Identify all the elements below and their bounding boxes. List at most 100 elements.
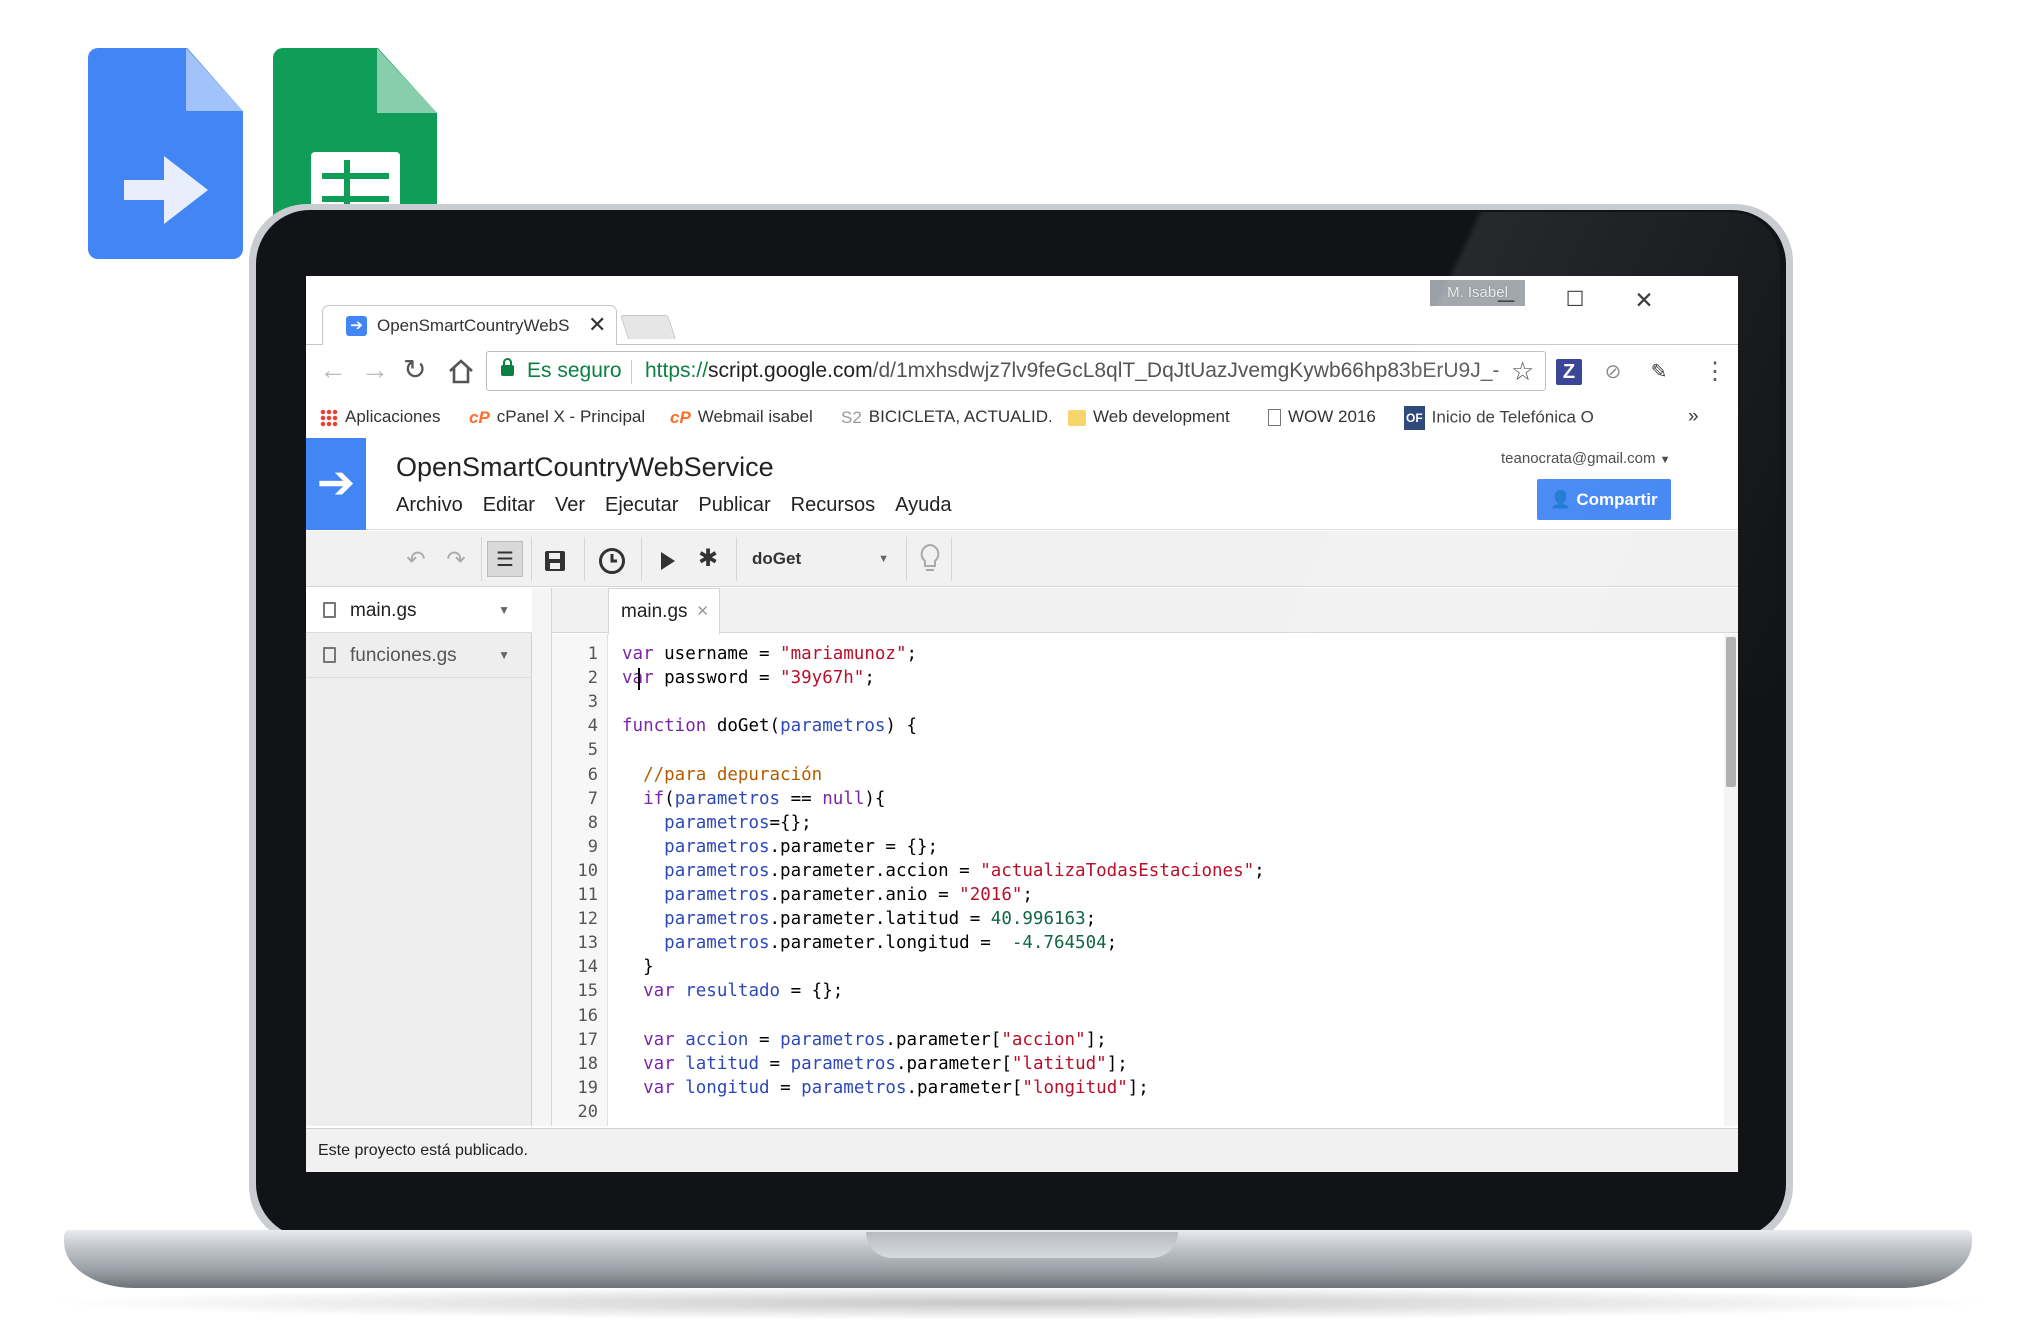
redo-icon[interactable]: ↷ <box>438 541 474 577</box>
lightbulb-icon[interactable] <box>918 543 942 575</box>
line-number: 9 <box>587 836 598 857</box>
editor-scrollbar[interactable] <box>1724 634 1738 1126</box>
panel-splitter[interactable] <box>532 588 552 1126</box>
more-vertical-icon[interactable]: ⋮ <box>1700 357 1730 387</box>
browser-tab[interactable]: ➔ OpenSmartCountryWebS ✕ <box>322 305 617 345</box>
code-token: parametros <box>664 885 770 905</box>
editor-tab-label: main.gs <box>621 601 688 622</box>
line-number: 14 <box>577 957 598 978</box>
menu-editar[interactable]: Editar <box>483 494 535 517</box>
code-line: parametros={}; <box>622 811 812 835</box>
file-icon <box>323 647 336 663</box>
menu-publicar[interactable]: Publicar <box>698 494 770 517</box>
code-token: parametros <box>674 788 781 809</box>
check-extension-icon[interactable]: ⊘ <box>1598 357 1628 387</box>
bookmark-telefonica[interactable]: OF Inicio de Telefónica O <box>1404 406 1622 430</box>
menu-ver[interactable]: Ver <box>555 494 585 517</box>
reload-icon[interactable]: ↻ <box>403 355 426 385</box>
account-switcher[interactable]: teanocrata@gmail.com ▼ <box>1501 450 1671 467</box>
forward-arrow-icon[interactable]: → <box>361 355 389 385</box>
file-item-main[interactable]: main.gs ▼ <box>306 588 532 633</box>
cpanel-icon: cP <box>670 407 691 427</box>
code-token: = {}; <box>780 981 844 1002</box>
bookmark-label: cPanel X - Principal <box>496 407 646 426</box>
code-token: ; <box>1022 885 1033 905</box>
bookmark-web-development[interactable]: Web development <box>1068 406 1230 430</box>
code-token: ; <box>1085 909 1097 930</box>
code-token: -4.764504 <box>1011 933 1107 954</box>
code-token: var <box>643 1029 675 1050</box>
close-window-icon[interactable]: ✕ <box>1624 284 1664 316</box>
line-number: 8 <box>587 812 598 833</box>
code-token: = <box>769 1077 802 1098</box>
chevron-down-icon[interactable]: ▼ <box>498 633 510 678</box>
home-icon[interactable] <box>447 358 475 384</box>
code-line: var accion = parametros.parameter["accio… <box>622 1028 1107 1052</box>
code-editor[interactable]: var username = "mariamunoz";var password… <box>608 634 1718 1126</box>
project-title[interactable]: OpenSmartCountryWebService <box>396 452 774 483</box>
minimize-icon[interactable]: ─ <box>1486 284 1526 316</box>
code-token: parametros <box>780 716 886 737</box>
bookmark-wow-2016[interactable]: WOW 2016 <box>1268 406 1376 430</box>
toolbar-divider <box>906 537 907 581</box>
chevron-down-icon[interactable]: ▼ <box>498 588 510 633</box>
code-token: ; <box>1106 933 1118 954</box>
save-icon[interactable] <box>544 550 566 572</box>
code-token: "latitud" <box>1011 1053 1107 1074</box>
undo-icon[interactable]: ↶ <box>398 541 434 577</box>
run-icon[interactable] <box>660 551 676 571</box>
bookmarks-overflow-icon[interactable]: » <box>1688 406 1699 430</box>
debug-bug-icon[interactable]: ✱ <box>690 541 726 577</box>
code-token: ]; <box>1127 1077 1149 1098</box>
apps-script-logo-icon[interactable]: ➔ <box>306 438 366 530</box>
bookmark-bicicleta[interactable]: S2 BICICLETA, ACTUALID. <box>841 406 1051 430</box>
code-line: parametros.parameter.longitud = -4.76450… <box>622 931 1117 955</box>
new-tab-button[interactable] <box>620 315 676 339</box>
lock-icon <box>501 358 514 376</box>
apps-script-header: ➔ OpenSmartCountryWebService Archivo Edit… <box>306 438 1738 530</box>
s2-icon: S2 <box>841 407 862 427</box>
tab-close-icon[interactable]: ✕ <box>588 312 606 338</box>
star-icon[interactable]: ☆ <box>1511 352 1534 390</box>
url-text: https://script.google.com/d/1mxhsdwjz7lv… <box>645 352 1500 390</box>
folder-icon <box>1068 409 1086 426</box>
menu-recursos[interactable]: Recursos <box>791 494 875 517</box>
editor-tab-main[interactable]: main.gs ✕ <box>608 588 720 634</box>
zotero-extension-icon[interactable]: Z <box>1556 359 1582 385</box>
file-item-funciones[interactable]: funciones.gs ▼ <box>306 633 532 678</box>
code-token: //para depuración <box>643 764 823 785</box>
function-select[interactable]: doGet ▼ <box>752 542 895 576</box>
code-token: .parameter.longitud = <box>769 933 1012 954</box>
address-bar[interactable]: Es seguro https://script.google.com/d/1m… <box>486 351 1546 391</box>
code-token: accion <box>685 1029 749 1050</box>
cpanel-icon: cP <box>469 407 490 427</box>
code-line: var longitud = parametros.parameter["lon… <box>622 1076 1149 1100</box>
code-token: ; <box>906 644 918 664</box>
scrollbar-thumb[interactable] <box>1726 637 1736 787</box>
code-line: parametros.parameter = {}; <box>622 835 938 859</box>
code-token: latitud <box>685 1053 759 1074</box>
back-arrow-icon[interactable]: ← <box>319 355 347 385</box>
code-line: var password = "39y67h"; <box>622 666 875 690</box>
file-name: funciones.gs <box>350 645 457 666</box>
bookmark-cpanel[interactable]: cP cPanel X - Principal <box>469 406 645 430</box>
code-token: ){ <box>864 788 886 809</box>
menu-ejecutar[interactable]: Ejecutar <box>605 494 678 517</box>
bookmark-webmail[interactable]: cP Webmail isabel <box>670 406 813 430</box>
triggers-clock-icon[interactable] <box>598 547 626 575</box>
code-token: .parameter[ <box>885 1029 1002 1050</box>
bookmark-aplicaciones[interactable]: Aplicaciones <box>320 406 440 430</box>
menu-ayuda[interactable]: Ayuda <box>895 494 951 517</box>
menu-archivo[interactable]: Archivo <box>396 494 463 517</box>
maximize-icon[interactable]: ☐ <box>1555 284 1595 316</box>
close-icon[interactable]: ✕ <box>696 589 709 635</box>
code-token: "actualizaTodasEstaciones" <box>980 860 1255 881</box>
chevron-down-icon: ▼ <box>878 553 889 565</box>
pen-extension-icon[interactable]: ✎ <box>1644 357 1674 387</box>
share-button[interactable]: 👤 Compartir <box>1537 479 1671 520</box>
url-scheme: https:// <box>645 359 709 382</box>
code-token: username = <box>653 644 781 664</box>
indent-icon[interactable]: ☰ <box>487 541 523 577</box>
